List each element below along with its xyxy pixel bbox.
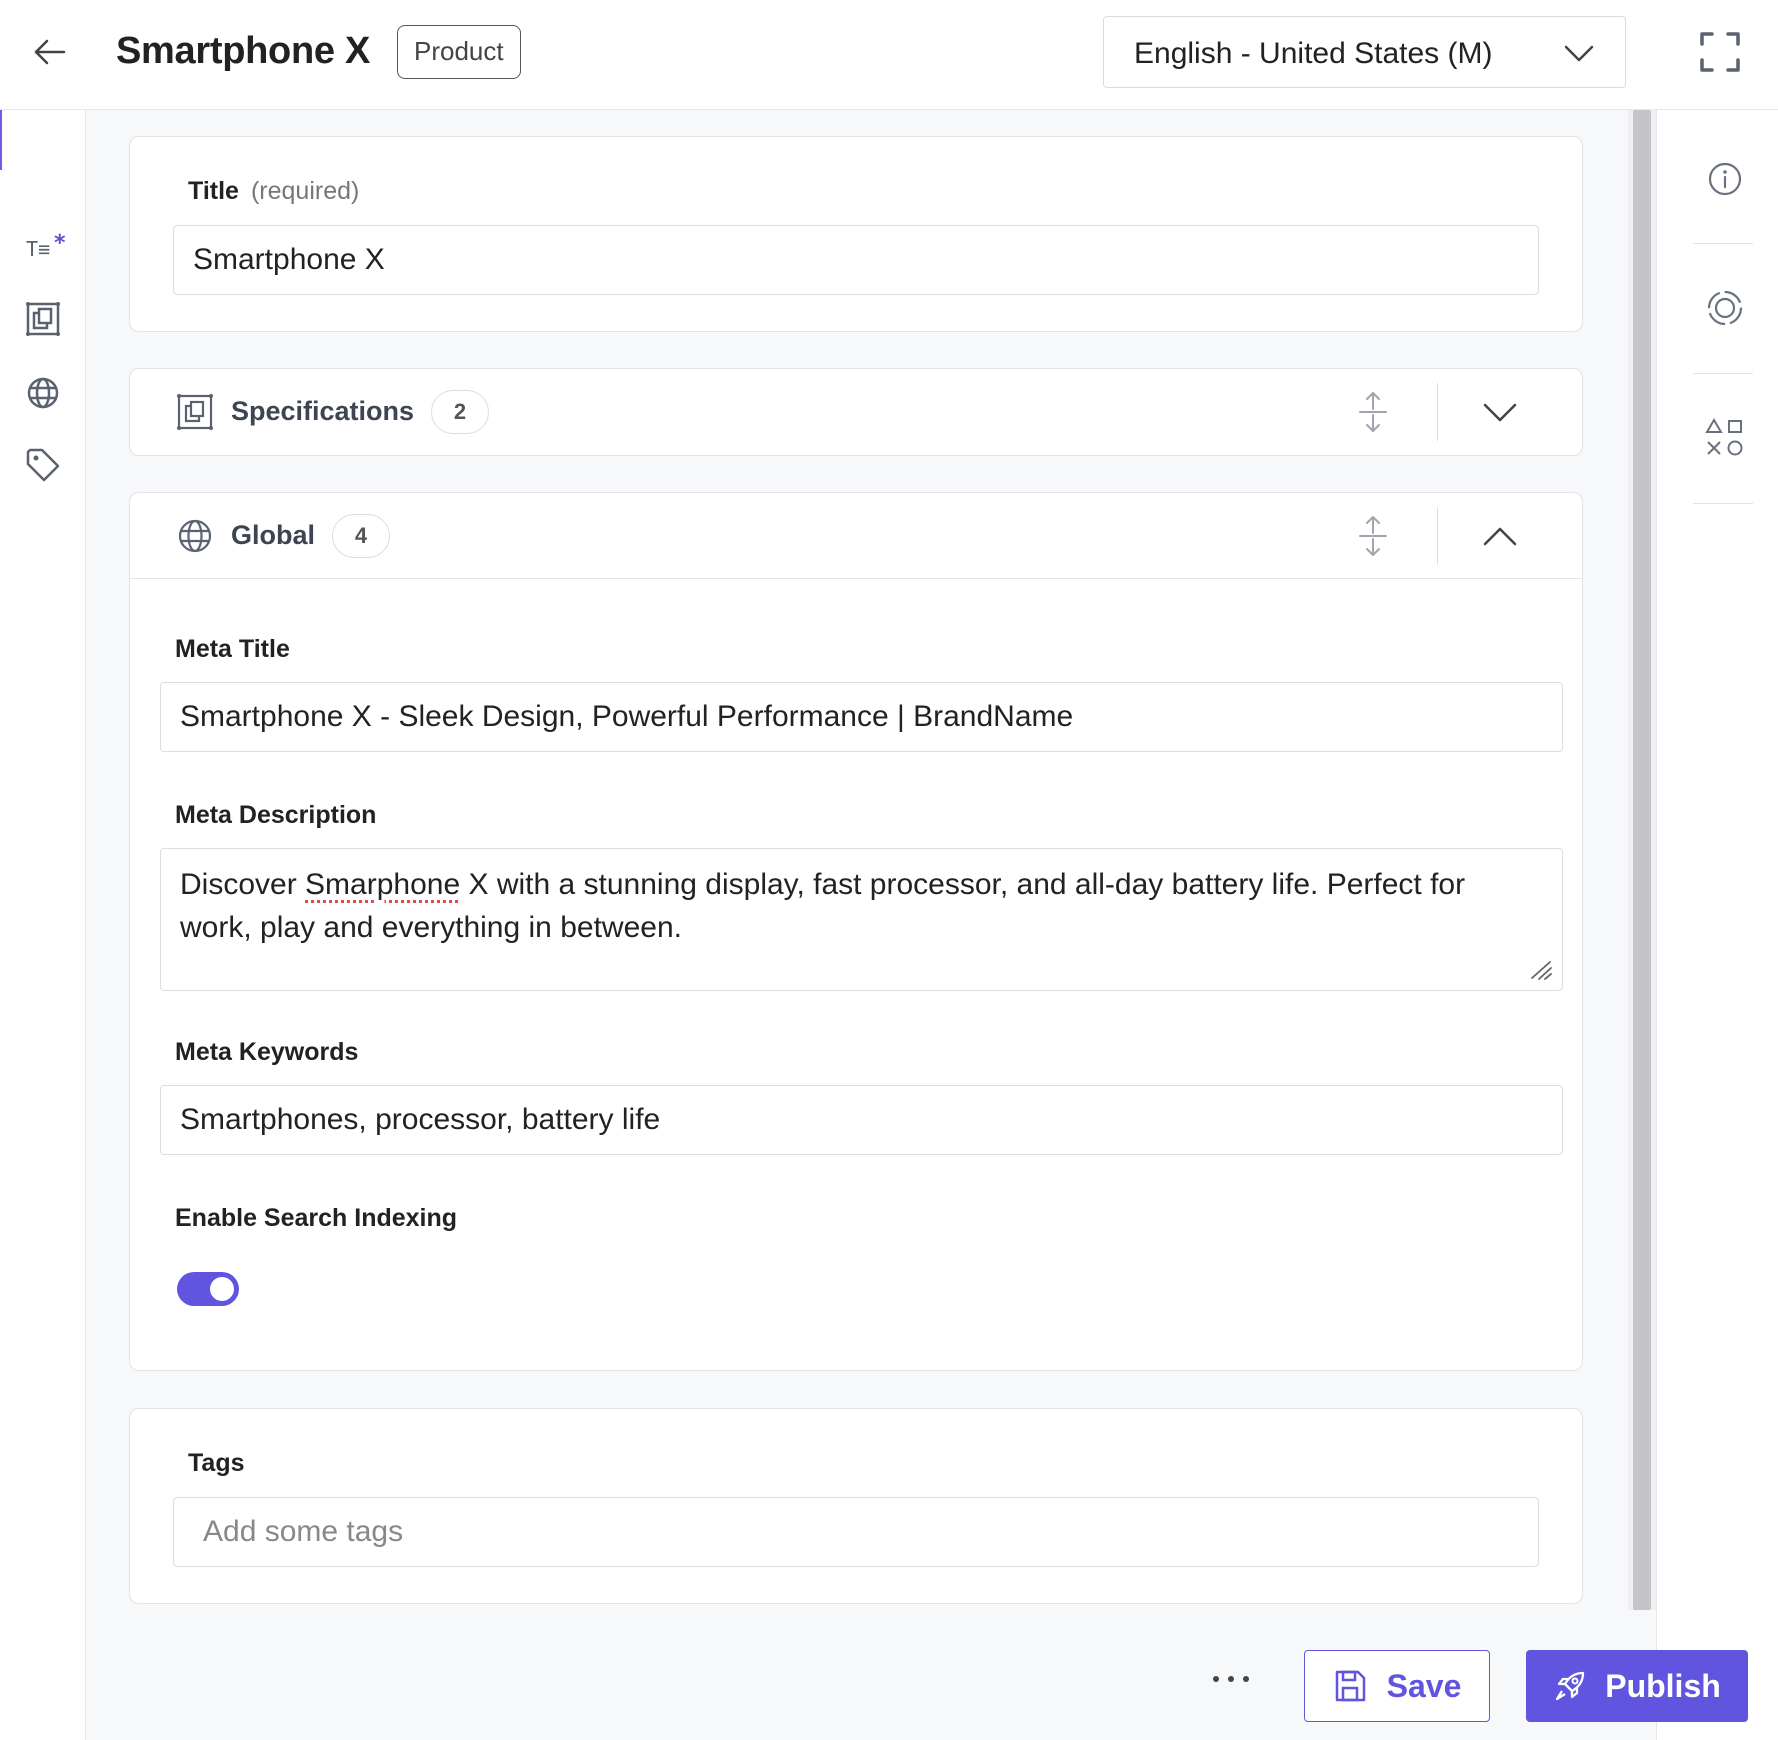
locale-select-value: English - United States (M) [1134, 37, 1493, 70]
required-note: (required) [250, 177, 360, 205]
svg-text:*: * [54, 231, 66, 256]
tag-icon[interactable] [22, 444, 64, 486]
more-options-icon[interactable] [1206, 1664, 1256, 1694]
divider [1693, 503, 1753, 504]
title-field-label: Title (required) [188, 177, 359, 206]
tags-field-card: Tags Add some tags [129, 1408, 1583, 1604]
global-count-badge: 4 [332, 514, 390, 558]
target-icon[interactable] [1703, 286, 1747, 330]
specifications-count-badge: 2 [431, 390, 489, 434]
title-label-text: Title [188, 177, 239, 205]
meta-title-input[interactable]: Smartphone X - Sleek Design, Powerful Pe… [160, 682, 1563, 752]
title-input[interactable]: Smartphone X [173, 225, 1539, 295]
search-indexing-label: Enable Search Indexing [175, 1204, 458, 1232]
chevron-down-icon[interactable] [1480, 393, 1520, 433]
modular-block-icon[interactable] [22, 298, 64, 340]
resize-grip-icon[interactable] [1528, 956, 1554, 982]
meta-description-label: Meta Description [175, 801, 377, 829]
specifications-group: Specifications 2 [129, 368, 1583, 456]
specifications-group-header[interactable]: Specifications 2 [130, 369, 1582, 455]
save-button[interactable]: Save [1304, 1650, 1490, 1722]
meta-title-label: Meta Title [175, 635, 290, 663]
left-sidebar: T≡ * [0, 110, 86, 1740]
misspelled-word: Smarphone [305, 868, 461, 901]
modular-block-icon [177, 394, 213, 430]
search-indexing-toggle[interactable] [177, 1272, 239, 1306]
rocket-icon [1556, 1671, 1585, 1701]
scrollbar-thumb[interactable] [1633, 110, 1651, 1610]
meta-keywords-label: Meta Keywords [175, 1038, 359, 1066]
meta-keywords-input[interactable]: Smartphones, processor, battery life [160, 1085, 1563, 1155]
tags-input[interactable]: Add some tags [173, 1497, 1539, 1567]
svg-text:T≡: T≡ [26, 237, 50, 261]
active-indicator [0, 110, 2, 170]
reorder-icon[interactable] [1350, 389, 1396, 435]
chevron-down-icon [1564, 45, 1594, 62]
divider [1437, 383, 1438, 441]
global-group-title: Global [231, 520, 316, 550]
reorder-icon[interactable] [1350, 513, 1396, 559]
toggle-knob [210, 1277, 234, 1301]
global-group: Global 4 Meta Title Smartphone X - Sleek… [129, 492, 1583, 1371]
info-icon[interactable] [1703, 157, 1747, 201]
save-icon [1335, 1670, 1365, 1702]
chevron-up-icon[interactable] [1480, 517, 1520, 557]
globe-icon [178, 519, 212, 553]
globe-icon[interactable] [22, 372, 64, 414]
page-title: Smartphone X [116, 30, 370, 72]
fullscreen-icon[interactable] [1696, 28, 1744, 76]
specifications-group-title: Specifications [231, 396, 415, 426]
back-arrow-icon[interactable] [30, 32, 70, 72]
save-button-label: Save [1386, 1667, 1462, 1704]
content-type-badge: Product [397, 25, 521, 79]
publish-button-label: Publish [1605, 1667, 1721, 1704]
title-field-card: Title (required) Smartphone X [129, 136, 1583, 332]
divider [1693, 243, 1753, 244]
top-bar: Smartphone X Product English - United St… [0, 0, 1778, 110]
divider [1437, 507, 1438, 565]
text-fields-icon[interactable]: T≡ * [22, 228, 66, 270]
divider [1693, 373, 1753, 374]
global-group-header[interactable]: Global 4 [130, 493, 1582, 579]
publish-button[interactable]: Publish [1526, 1650, 1748, 1722]
shapes-icon[interactable] [1703, 416, 1747, 460]
tags-label: Tags [188, 1449, 245, 1477]
meta-description-text: Discover [180, 868, 306, 901]
meta-description-textarea[interactable]: Discover Smarphone X with a stunning dis… [160, 848, 1563, 991]
right-sidebar [1656, 110, 1778, 1740]
locale-select[interactable]: English - United States (M) [1103, 16, 1626, 88]
